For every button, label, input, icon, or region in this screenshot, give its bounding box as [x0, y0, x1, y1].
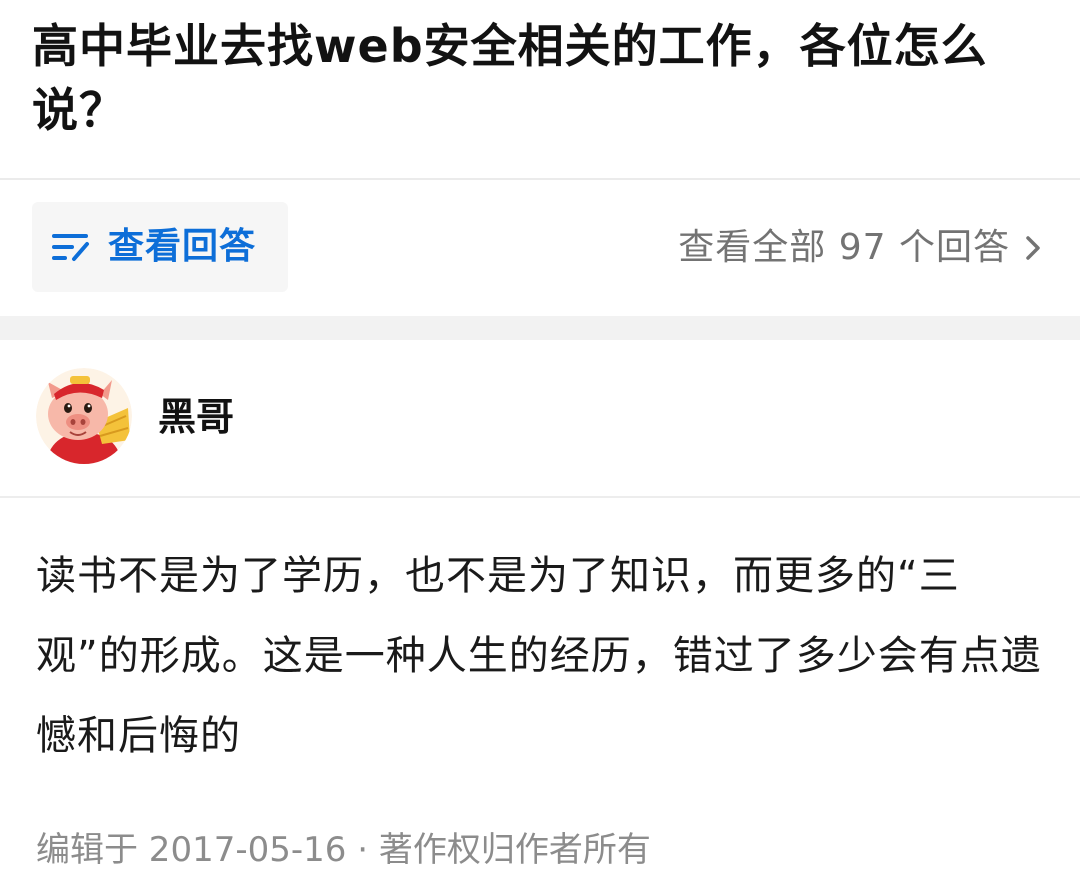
section-separator	[0, 316, 1080, 340]
pig-cartoon-avatar-icon	[36, 368, 132, 464]
chevron-right-icon	[1026, 236, 1040, 260]
view-all-answers-label: 查看全部 97 个回答	[678, 227, 1010, 268]
question-title: 高中毕业去找web安全相关的工作，各位怎么说？	[32, 19, 988, 137]
author-name[interactable]: 黑哥	[158, 394, 234, 440]
answer-meta: 编辑于 2017-05-16 · 著作权归作者所有	[36, 830, 651, 870]
question-header: 高中毕业去找web安全相关的工作，各位怎么说？	[0, 0, 1080, 178]
answer-card: 黑哥 读书不是为了学历，也不是为了知识，而更多的“三观”的形成。这是一种人生的经…	[0, 340, 1080, 883]
view-answer-button[interactable]: 查看回答	[32, 202, 288, 292]
answer-content: 读书不是为了学历，也不是为了知识，而更多的“三观”的形成。这是一种人生的经历，错…	[36, 553, 1042, 759]
question-actions-bar: 查看回答 查看全部 97 个回答	[0, 180, 1080, 316]
author-row: 黑哥	[0, 340, 1080, 496]
author-divider	[0, 496, 1080, 498]
view-answer-label: 查看回答	[108, 226, 257, 267]
view-all-answers-link[interactable]: 查看全部 97 个回答	[678, 224, 1044, 272]
author-avatar[interactable]	[36, 368, 132, 464]
list-icon	[52, 234, 89, 261]
